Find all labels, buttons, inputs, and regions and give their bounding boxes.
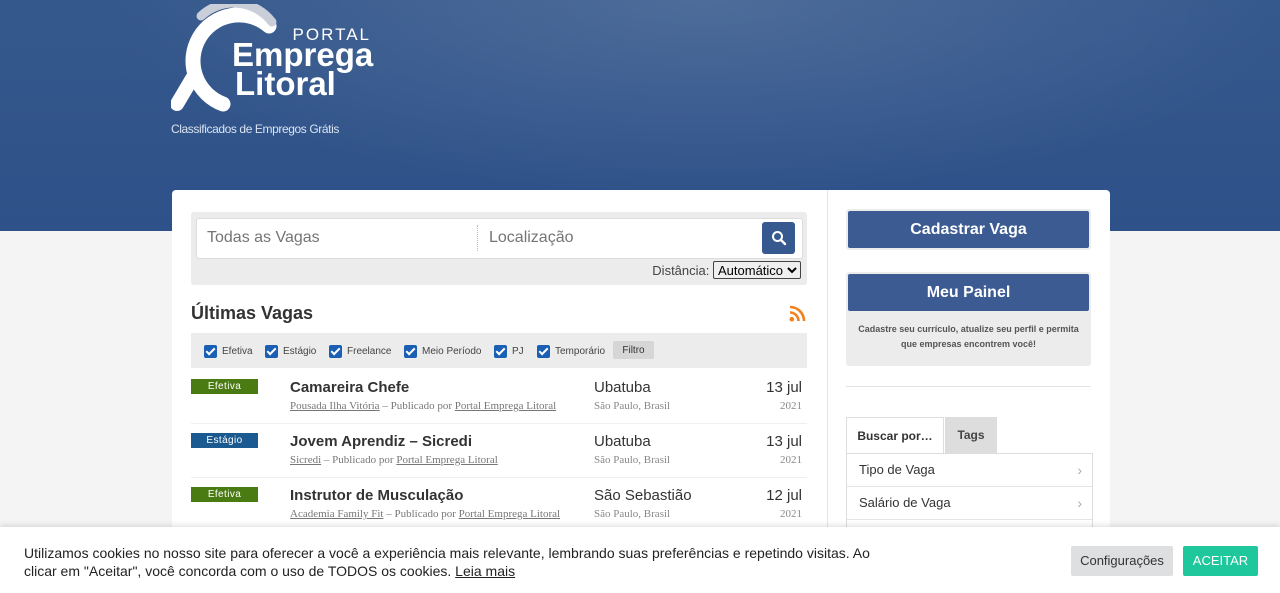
filter-efetiva[interactable]: Efetiva [204,345,253,358]
job-listing[interactable]: Efetiva Instrutor de Musculação Academia… [191,477,807,532]
checkbox-checked-icon [537,345,550,358]
post-job-box: Cadastrar Vaga [846,209,1091,250]
job-type-filters: Efetiva Estágio Freelance Meio Período P… [191,333,807,368]
checkbox-checked-icon [329,345,342,358]
job-search-form: Distância: Automático [191,212,807,285]
latest-jobs-title: Últimas Vagas [191,303,314,323]
job-title[interactable]: Jovem Aprendiz – Sicredi [290,433,472,450]
checkbox-checked-icon [265,345,278,358]
dashboard-box: Meu Painel Cadastre seu currículo, atual… [846,272,1091,366]
read-more-link[interactable]: Leia mais [455,563,515,579]
filter-meio-periodo[interactable]: Meio Período [404,345,481,358]
job-date: 13 jul [766,433,802,450]
job-year: 2021 [780,508,802,520]
checkbox-checked-icon [204,345,217,358]
job-date: 12 jul [766,487,802,504]
job-type-badge: Estágio [191,433,258,448]
checkbox-checked-icon [494,345,507,358]
post-job-button[interactable]: Cadastrar Vaga [848,211,1089,248]
job-city: Ubatuba [594,433,651,450]
dashboard-note: Cadastre seu currículo, atualize seu per… [858,324,1079,349]
distance-select[interactable]: Automático [713,261,801,279]
tab-browse-by[interactable]: Buscar por… [846,417,944,454]
search-button[interactable] [762,222,795,254]
browse-item-salary[interactable]: Salário de Vaga › [847,487,1092,520]
job-date: 13 jul [766,379,802,396]
job-type-badge: Efetiva [191,487,258,502]
rss-icon[interactable] [789,305,806,322]
search-divider [477,225,478,251]
job-city: Ubatuba [594,379,651,396]
job-city: São Sebastião [594,487,692,504]
job-listing[interactable]: Efetiva Camareira Chefe Pousada Ilha Vit… [191,369,807,424]
chevron-right-icon: › [1077,495,1082,511]
filter-button[interactable]: Filtro [613,341,654,359]
chevron-right-icon: › [1077,462,1082,478]
job-meta: Academia Family Fit – Publicado por Port… [290,508,561,520]
job-region: São Paulo, Brasil [594,508,671,520]
poster-link[interactable]: Portal Emprega Litoral [459,508,560,520]
job-title[interactable]: Camareira Chefe [290,379,409,396]
browse-item-job-type[interactable]: Tipo de Vaga › [847,454,1092,487]
filter-estagio[interactable]: Estágio [265,345,316,358]
search-bar [196,218,803,259]
tab-tags[interactable]: Tags [945,417,997,453]
company-link[interactable]: Sicredi [290,454,321,466]
job-region: São Paulo, Brasil [594,454,671,466]
sidebar-divider [846,386,1091,387]
company-link[interactable]: Academia Family Fit [290,508,383,520]
distance-label: Distância: [652,263,710,278]
svg-text:Litoral: Litoral [235,65,336,102]
job-region: São Paulo, Brasil [594,400,671,412]
job-meta: Pousada Ilha Vitória – Publicado por Por… [290,400,557,412]
cookie-settings-button[interactable]: Configurações [1071,546,1173,576]
cookie-message: Utilizamos cookies no nosso site para of… [24,545,870,579]
job-type-badge: Efetiva [191,379,258,394]
filter-pj[interactable]: PJ [494,345,524,358]
checkbox-checked-icon [404,345,417,358]
location-input[interactable] [479,219,759,256]
job-year: 2021 [780,454,802,466]
poster-link[interactable]: Portal Emprega Litoral [396,454,497,466]
job-listing[interactable]: Estágio Jovem Aprendiz – Sicredi Sicredi… [191,423,807,478]
search-icon [772,231,787,246]
poster-link[interactable]: Portal Emprega Litoral [455,400,556,412]
cookie-accept-button[interactable]: ACEITAR [1183,546,1258,576]
distance-control: Distância: Automático [652,261,801,279]
dashboard-button-wrap: Meu Painel [846,272,1091,313]
cookie-banner: Utilizamos cookies no nosso site para of… [0,527,1280,593]
filter-temporario[interactable]: Temporário [537,345,605,358]
filter-freelance[interactable]: Freelance [329,345,391,358]
job-meta: Sicredi – Publicado por Portal Emprega L… [290,454,498,466]
job-title[interactable]: Instrutor de Musculação [290,487,463,504]
company-link[interactable]: Pousada Ilha Vitória [290,400,380,412]
site-logo[interactable]: PORTAL Emprega Litoral [171,4,406,116]
keywords-input[interactable] [197,219,477,256]
dashboard-button[interactable]: Meu Painel [848,274,1089,311]
job-year: 2021 [780,400,802,412]
site-tagline: Classificados de Empregos Grátis [171,122,339,136]
